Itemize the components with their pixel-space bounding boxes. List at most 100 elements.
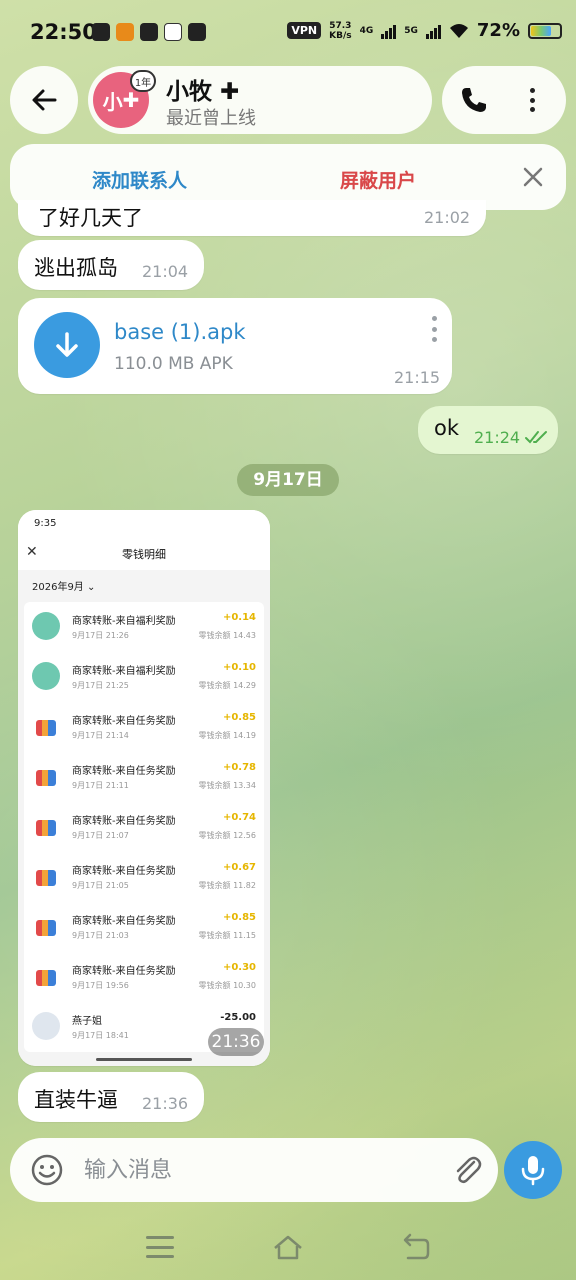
transaction-date: 9月17日 18:41 (72, 1031, 129, 1040)
file-size: 110.0 MB APK (114, 354, 233, 374)
transaction-title: 商家转账-来自福利奖励 (72, 666, 176, 677)
telegram-notification-icon (92, 23, 110, 41)
transaction-title: 商家转账-来自任务奖励 (72, 966, 176, 977)
transaction-date: 9月17日 21:25 (72, 681, 129, 690)
status-bar: 22:50 VPN 57.3 KB/s 4G 5G 72% (0, 0, 576, 64)
emoji-button[interactable] (30, 1153, 64, 1187)
microphone-icon (521, 1156, 545, 1186)
outgoing-message-bubble[interactable]: ok 21:24 (418, 406, 558, 454)
transaction-amount: +0.10 (222, 662, 256, 673)
download-button[interactable] (34, 312, 100, 378)
status-right: VPN 57.3 KB/s 4G 5G 72% (287, 20, 562, 41)
voice-record-button[interactable] (504, 1141, 562, 1199)
transaction-title: 商家转账-来自任务奖励 (72, 866, 176, 877)
download-icon (56, 332, 78, 357)
battery-icon (528, 22, 562, 39)
transaction-balance: 零钱余额 11.82 (198, 881, 256, 890)
transaction-amount: +0.30 (222, 962, 256, 973)
transaction-amount: +0.67 (222, 862, 256, 873)
home-icon (274, 1235, 302, 1260)
screenshot-header: ✕ 零钱明细 (18, 538, 270, 570)
signal-icon (381, 23, 397, 39)
transaction-date: 9月17日 21:14 (72, 731, 129, 740)
transaction-row: 商家转账-来自福利奖励 9月17日 21:25 +0.10 零钱余额 14.29 (24, 652, 264, 702)
transaction-title: 燕子姐 (72, 1016, 102, 1027)
vpn-badge: VPN (287, 22, 322, 39)
task-icon (32, 812, 60, 840)
welfare-icon (32, 612, 60, 640)
transaction-balance: 零钱余额 11.15 (198, 931, 256, 940)
contact-name: 小牧 ✚ (166, 79, 240, 105)
block-user-button[interactable]: 屏蔽用户 (340, 166, 416, 193)
network-speed: 57.3 KB/s (329, 20, 352, 41)
transaction-date: 9月17日 21:05 (72, 881, 129, 890)
transaction-balance: 零钱余额 10.30 (198, 981, 256, 990)
transaction-row: 商家转账-来自任务奖励 9月17日 21:14 +0.85 零钱余额 14.19 (24, 702, 264, 752)
chat-title[interactable]: 小 ✚ 1年 小牧 ✚ 最近曾上线 (88, 66, 432, 134)
transaction-title: 商家转账-来自福利奖励 (72, 616, 176, 627)
transaction-balance: 零钱余额 12.56 (198, 831, 256, 840)
attach-button[interactable] (450, 1152, 484, 1188)
screenshot-home-indicator (96, 1058, 192, 1061)
message-bubble[interactable]: 逃出孤岛 21:04 (18, 240, 204, 290)
add-contact-button[interactable]: 添加联系人 (92, 166, 187, 193)
message-composer (10, 1138, 498, 1202)
transaction-amount: +0.14 (222, 612, 256, 623)
message-time: 21:24 (474, 428, 521, 447)
file-more-button[interactable] (432, 316, 440, 342)
transaction-title: 商家转账-来自任务奖励 (72, 766, 176, 777)
task-icon (32, 912, 60, 940)
transaction-balance: 零钱余额 14.43 (198, 631, 256, 640)
transaction-amount: +0.85 (222, 712, 256, 723)
transaction-date: 9月17日 19:56 (72, 981, 129, 990)
screenshot-month-filter: 2026年9月 ⌄ (32, 582, 96, 593)
transaction-balance: 零钱余额 14.29 (198, 681, 256, 690)
emoji-icon (31, 1154, 63, 1186)
transaction-amount: +0.78 (222, 762, 256, 773)
header-actions (442, 66, 566, 134)
message-time: 21:02 (424, 208, 471, 227)
transaction-row: 商家转账-来自任务奖励 9月17日 21:11 +0.78 零钱余额 13.34 (24, 752, 264, 802)
image-message[interactable]: 9:35 ✕ 零钱明细 2026年9月 ⌄ 商家转账-来自福利奖励 9月17日 … (18, 510, 270, 1066)
transaction-row: 商家转账-来自福利奖励 9月17日 21:26 +0.14 零钱余额 14.43 (24, 602, 264, 652)
home-button[interactable] (272, 1232, 304, 1262)
date-separator: 9月17日 (237, 464, 339, 496)
message-bubble[interactable]: 了好几天了 21:02 (18, 200, 486, 236)
task-icon (32, 712, 60, 740)
app-notification-icon (140, 23, 158, 41)
transaction-row: 商家转账-来自任务奖励 9月17日 21:07 +0.74 零钱余额 12.56 (24, 802, 264, 852)
task-icon (32, 962, 60, 990)
screenshot-time: 9:35 (34, 518, 57, 529)
contact-status: 最近曾上线 (166, 108, 256, 129)
transaction-balance: 零钱余额 13.34 (198, 781, 256, 790)
signal-label-5g: 5G (404, 25, 418, 36)
back-button[interactable] (10, 66, 78, 134)
transaction-date: 9月17日 21:03 (72, 931, 129, 940)
transaction-date: 9月17日 21:11 (72, 781, 129, 790)
recent-apps-button[interactable] (146, 1236, 174, 1258)
close-icon (523, 167, 543, 187)
more-menu-button[interactable] (524, 84, 540, 116)
file-message[interactable]: base (1).apk 110.0 MB APK 21:15 (18, 298, 452, 394)
signal-label-4g: 4G (359, 25, 374, 36)
nav-back-button[interactable] (400, 1232, 432, 1262)
person-icon (32, 1012, 60, 1040)
transaction-row: 商家转账-来自任务奖励 9月17日 21:03 +0.85 零钱余额 11.15 (24, 902, 264, 952)
double-check-icon (525, 431, 547, 444)
transaction-title: 商家转账-来自任务奖励 (72, 716, 176, 727)
message-text: ok (434, 416, 460, 440)
file-name: base (1).apk (114, 320, 246, 344)
task-icon (32, 862, 60, 890)
message-text: 逃出孤岛 (34, 256, 118, 280)
image-time: 21:36 (208, 1028, 264, 1056)
phone-icon (462, 88, 486, 112)
message-text: 直装牛逼 (34, 1088, 118, 1112)
message-bubble[interactable]: 直装牛逼 21:36 (18, 1072, 204, 1122)
notification-icons (92, 23, 206, 41)
message-input[interactable] (84, 1152, 424, 1188)
transaction-balance: 零钱余额 14.19 (198, 731, 256, 740)
message-time: 21:15 (394, 368, 441, 387)
close-banner-button[interactable] (522, 166, 544, 188)
call-button[interactable] (458, 84, 490, 116)
app-notification-icon (116, 23, 134, 41)
